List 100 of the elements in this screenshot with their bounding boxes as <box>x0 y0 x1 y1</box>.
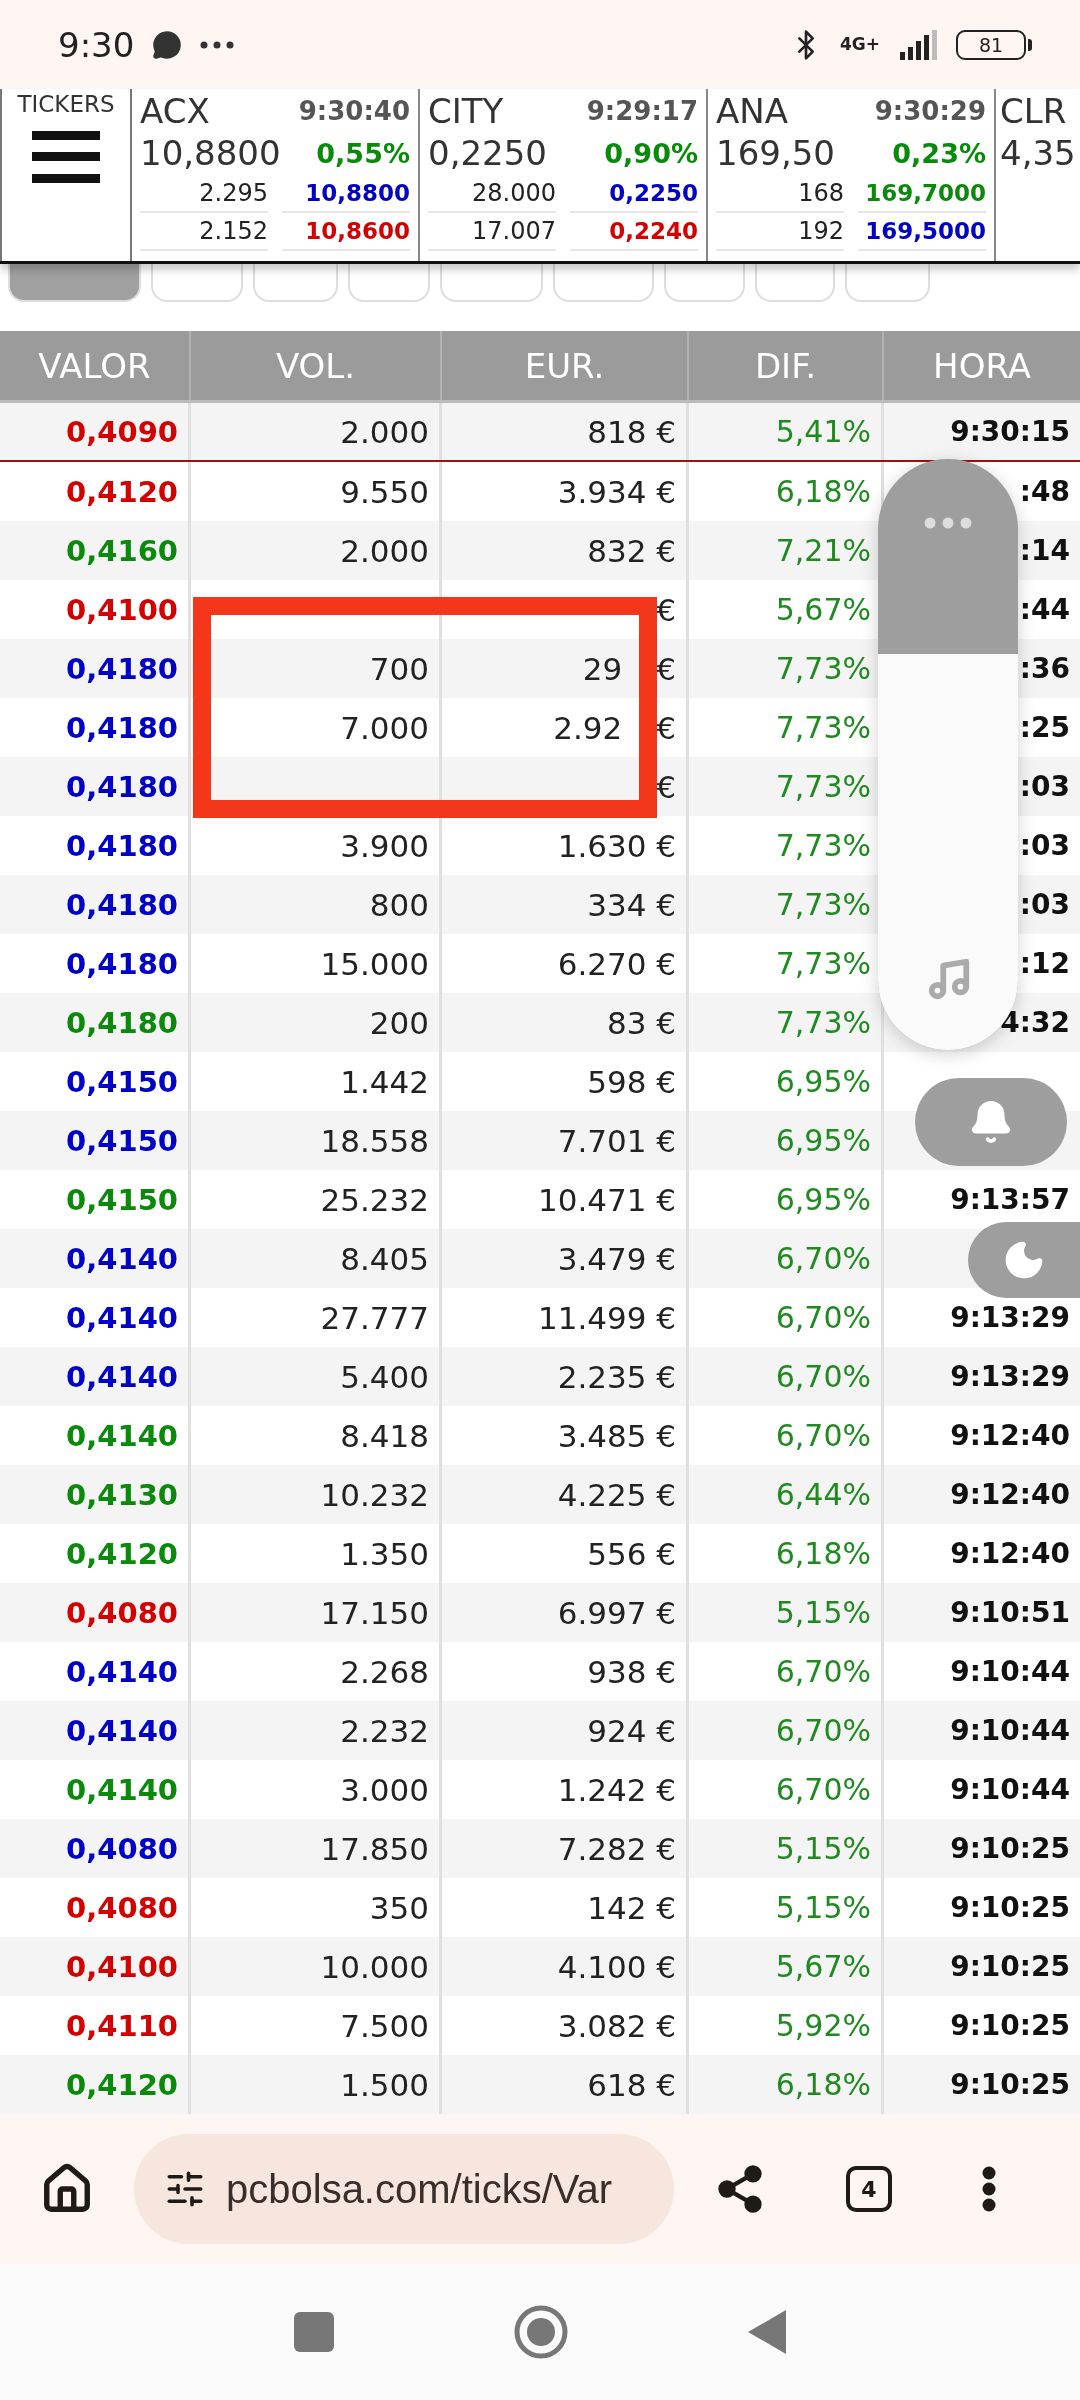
change-cell: 7,21% <box>775 533 871 568</box>
amount-cell: 7.701 € <box>557 1122 676 1159</box>
ticker-card[interactable]: ACX 9:30:40 10,8800 0,55% 2.295 10,8800 2.152 10,8600 <box>132 89 420 261</box>
menu-button[interactable] <box>982 2166 996 2212</box>
ticker-symbol: CITY <box>428 91 504 131</box>
volume-cell: 7.000 <box>340 709 429 746</box>
price-cell: 0,4080 <box>66 1890 178 1925</box>
price-cell: 0,4140 <box>66 1359 178 1394</box>
time-cell: 9:13:29 <box>950 1360 1070 1393</box>
volume-cell: 8.405 <box>340 1240 429 1277</box>
time-cell: 9:10:44 <box>950 1773 1070 1806</box>
signal-icon <box>898 29 938 60</box>
time-cell: 9:10:25 <box>950 2068 1070 2101</box>
change-cell: 7,73% <box>775 946 871 981</box>
price-cell: 0,4140 <box>66 1654 178 1689</box>
amount-cell: 4.100 € <box>557 1948 676 1985</box>
amount-cell: 1.242 € <box>557 1771 676 1808</box>
price-cell: 0,4140 <box>66 1418 178 1453</box>
volume-cell: 27.777 <box>320 1299 429 1336</box>
filter-tab[interactable] <box>253 264 338 302</box>
battery-indicator: 81 <box>956 29 1032 60</box>
recents-button[interactable] <box>294 2312 334 2352</box>
change-cell: 7,73% <box>775 769 871 804</box>
amount-cell: 556 € <box>587 1535 676 1572</box>
change-cell: 7,73% <box>775 887 871 922</box>
amount-cell: 832 € <box>587 532 676 569</box>
tab-switcher-button[interactable]: 4 <box>846 2166 892 2212</box>
music-note-icon <box>926 956 972 1002</box>
more-icon[interactable] <box>924 517 972 529</box>
change-cell: 6,70% <box>775 1654 871 1689</box>
price-cell: 0,4100 <box>66 592 178 627</box>
volume-cell: 2.000 <box>340 413 429 450</box>
volume-cell: 800 <box>369 886 429 923</box>
volume-cell: 8.418 <box>340 1417 429 1454</box>
clock: 9:30 <box>58 24 135 65</box>
price-cell: 0,4180 <box>66 1005 178 1040</box>
amount-cell: 10.471 € <box>537 1181 676 1218</box>
amount-cell: 11.499 € <box>537 1299 676 1336</box>
filter-tab[interactable] <box>755 264 835 302</box>
menu-icon[interactable] <box>32 131 100 183</box>
filter-tab[interactable] <box>348 264 430 302</box>
volume-cell: 9.550 <box>340 473 429 510</box>
ticker-symbol: CLR <box>1000 91 1067 131</box>
more-icon <box>982 2166 996 2212</box>
amount-cell: 334 € <box>587 886 676 923</box>
volume-cell: 1.500 <box>340 2066 429 2103</box>
address-bar[interactable]: pcbolsa.com/ticks/Var <box>134 2134 674 2244</box>
moon-button[interactable] <box>968 1222 1080 1298</box>
filter-tab[interactable] <box>553 264 654 302</box>
back-button[interactable] <box>748 2310 786 2354</box>
amount-cell: 83 € <box>606 1004 676 1041</box>
time-cell: 9:13:29 <box>950 1301 1070 1334</box>
volume-cell: 18.558 <box>320 1122 429 1159</box>
time-cell: :25 <box>1019 711 1070 744</box>
more-icon <box>200 40 235 49</box>
time-cell: 9:30:15 <box>950 415 1070 448</box>
time-cell: :03 <box>1019 888 1070 921</box>
amount-cell: € <box>656 591 676 628</box>
time-cell: :03 <box>1019 829 1070 862</box>
time-cell: :48 <box>1019 475 1070 508</box>
home-nav-button[interactable] <box>514 2305 568 2359</box>
filter-tab[interactable] <box>664 264 745 302</box>
price-cell: 0,4080 <box>66 1831 178 1866</box>
change-cell: 5,92% <box>775 2008 871 2043</box>
filter-tab[interactable] <box>440 264 543 302</box>
price-cell: 0,4140 <box>66 1241 178 1276</box>
volume-cell: 1.350 <box>340 1535 429 1572</box>
ticker-card[interactable]: CITY 9:29:17 0,2250 0,90% 28.000 0,2250 17.007 0,2240 <box>420 89 708 261</box>
price-cell: 0,4120 <box>66 1536 178 1571</box>
volume-cell: 2.000 <box>340 532 429 569</box>
ticker-change: 0,23% <box>892 137 986 169</box>
change-cell: 6,95% <box>775 1123 871 1158</box>
ticker-quote: 0,2250 <box>570 175 698 213</box>
price-cell: 0,4180 <box>66 828 178 863</box>
amount-cell: 7.282 € <box>557 1830 676 1867</box>
change-cell: 6,18% <box>775 474 871 509</box>
change-cell: 5,41% <box>775 414 871 449</box>
change-cell: 5,67% <box>775 1949 871 1984</box>
filter-tab[interactable] <box>8 264 141 302</box>
time-cell: :44 <box>1019 593 1070 626</box>
filter-tab[interactable] <box>845 264 930 302</box>
ticker-quote: 10,8800 <box>282 175 410 213</box>
chat-icon <box>152 29 183 60</box>
ticker-change: 0,90% <box>604 137 698 169</box>
price-cell: 0,4140 <box>66 1772 178 1807</box>
change-cell: 7,73% <box>775 710 871 745</box>
time-cell: 4:32 <box>1000 1006 1070 1039</box>
amount-cell: 2.92 <box>553 709 623 746</box>
price-cell: 0,4080 <box>66 1595 178 1630</box>
change-cell: 6,70% <box>775 1418 871 1453</box>
time-cell: 9:10:44 <box>950 1655 1070 1688</box>
amount-cell: 4.225 € <box>557 1476 676 1513</box>
ticker-price: 169,50 <box>716 133 835 173</box>
time-cell: 9:13:57 <box>950 1183 1070 1216</box>
change-cell: 5,15% <box>775 1831 871 1866</box>
filter-tab[interactable] <box>151 264 243 302</box>
ticker-card[interactable]: ANA 9:30:29 169,50 0,23% 168 169,7000 192 169,5000 <box>708 89 996 261</box>
price-cell: 0,4180 <box>66 887 178 922</box>
time-cell: 9:10:51 <box>950 1596 1070 1629</box>
price-cell: 0,4160 <box>66 533 178 568</box>
